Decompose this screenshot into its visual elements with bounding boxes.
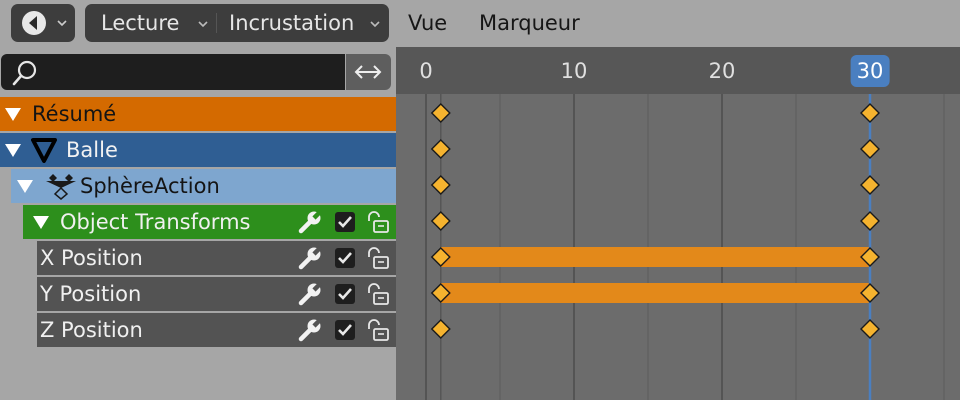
channel-group[interactable]: Object Transforms bbox=[23, 205, 396, 239]
channel-object-label: Balle bbox=[66, 138, 118, 162]
keyframe-diamond bbox=[430, 319, 451, 339]
channel-y-label: Y Position bbox=[40, 282, 142, 306]
ruler-label: 10 bbox=[560, 59, 588, 83]
keyframe-area[interactable] bbox=[396, 94, 960, 400]
channel-z-position[interactable]: Z Position bbox=[37, 313, 396, 347]
chevron-down-icon bbox=[370, 21, 380, 28]
keyframe-diamond bbox=[430, 103, 451, 123]
search-icon bbox=[12, 60, 37, 86]
action-icon bbox=[46, 174, 76, 200]
wrench-icon[interactable] bbox=[298, 246, 322, 270]
expand-triangle-icon[interactable] bbox=[17, 180, 33, 193]
hold-bar bbox=[440, 283, 870, 303]
channel-z-label: Z Position bbox=[40, 318, 143, 342]
editor-type-button[interactable] bbox=[11, 4, 75, 42]
menu-group: Lecture Incrustation bbox=[85, 4, 389, 42]
hold-bar bbox=[440, 247, 870, 267]
mesh-object-icon bbox=[31, 138, 57, 163]
frame-ruler[interactable]: 0 10 20 30 bbox=[396, 47, 960, 94]
keyframe-diamond bbox=[860, 175, 880, 195]
chevron-down-icon bbox=[198, 21, 208, 28]
checkbox-icon[interactable] bbox=[333, 282, 357, 306]
channel-summary[interactable]: Résumé bbox=[0, 97, 396, 131]
menu-incrustation-label: Incrustation bbox=[229, 11, 355, 35]
lock-icon[interactable] bbox=[366, 282, 390, 306]
wrench-icon[interactable] bbox=[298, 318, 322, 342]
channel-summary-label: Résumé bbox=[32, 102, 117, 126]
wrench-icon[interactable] bbox=[298, 282, 322, 306]
expand-triangle-icon[interactable] bbox=[5, 144, 21, 157]
lock-icon[interactable] bbox=[366, 246, 390, 270]
channel-action-label: SphèreAction bbox=[80, 174, 220, 198]
expand-triangle-icon[interactable] bbox=[33, 216, 49, 229]
menu-vue[interactable]: Vue bbox=[408, 4, 447, 42]
header: Lecture Incrustation Vue Marqueur bbox=[0, 0, 960, 47]
lock-icon[interactable] bbox=[366, 318, 390, 342]
expand-triangle-icon[interactable] bbox=[5, 108, 21, 121]
current-frame-indicator[interactable]: 30 bbox=[850, 55, 890, 87]
lock-icon[interactable] bbox=[366, 210, 390, 234]
channel-x-position[interactable]: X Position bbox=[37, 241, 396, 275]
checkbox-icon[interactable] bbox=[333, 318, 357, 342]
keyframe-diamond bbox=[860, 211, 880, 231]
channel-action[interactable]: SphèreAction bbox=[11, 169, 396, 203]
checkbox-icon[interactable] bbox=[333, 210, 357, 234]
keyframe-diamond bbox=[860, 139, 880, 159]
channel-x-label: X Position bbox=[40, 246, 143, 270]
arrows-horizontal-icon bbox=[354, 65, 382, 79]
keyframe-diamond bbox=[430, 139, 451, 159]
swap-button[interactable] bbox=[346, 54, 391, 90]
channel-object[interactable]: Balle bbox=[0, 133, 396, 167]
channel-group-label: Object Transforms bbox=[60, 210, 251, 234]
menu-lecture-label: Lecture bbox=[101, 11, 180, 35]
timeline[interactable]: 0 10 20 30 bbox=[396, 47, 960, 400]
channel-search[interactable] bbox=[1, 54, 345, 90]
checkbox-icon[interactable] bbox=[333, 246, 357, 270]
menu-separator bbox=[216, 13, 217, 33]
keyframe-diamond bbox=[430, 211, 451, 231]
wrench-icon[interactable] bbox=[298, 210, 322, 234]
keyframe-diamond bbox=[860, 319, 880, 339]
ruler-label: 20 bbox=[708, 59, 736, 83]
ruler-label: 0 bbox=[419, 59, 433, 83]
keyframe-diamond bbox=[430, 175, 451, 195]
menu-incrustation[interactable]: Incrustation bbox=[229, 4, 380, 42]
dopesheet-editor-icon bbox=[22, 11, 46, 35]
menu-lecture[interactable]: Lecture bbox=[101, 4, 208, 42]
keyframe-diamond bbox=[860, 103, 880, 123]
chevron-down-icon bbox=[57, 20, 67, 27]
search-input[interactable] bbox=[45, 58, 339, 88]
menu-marqueur[interactable]: Marqueur bbox=[479, 4, 580, 42]
channel-y-position[interactable]: Y Position bbox=[37, 277, 396, 311]
